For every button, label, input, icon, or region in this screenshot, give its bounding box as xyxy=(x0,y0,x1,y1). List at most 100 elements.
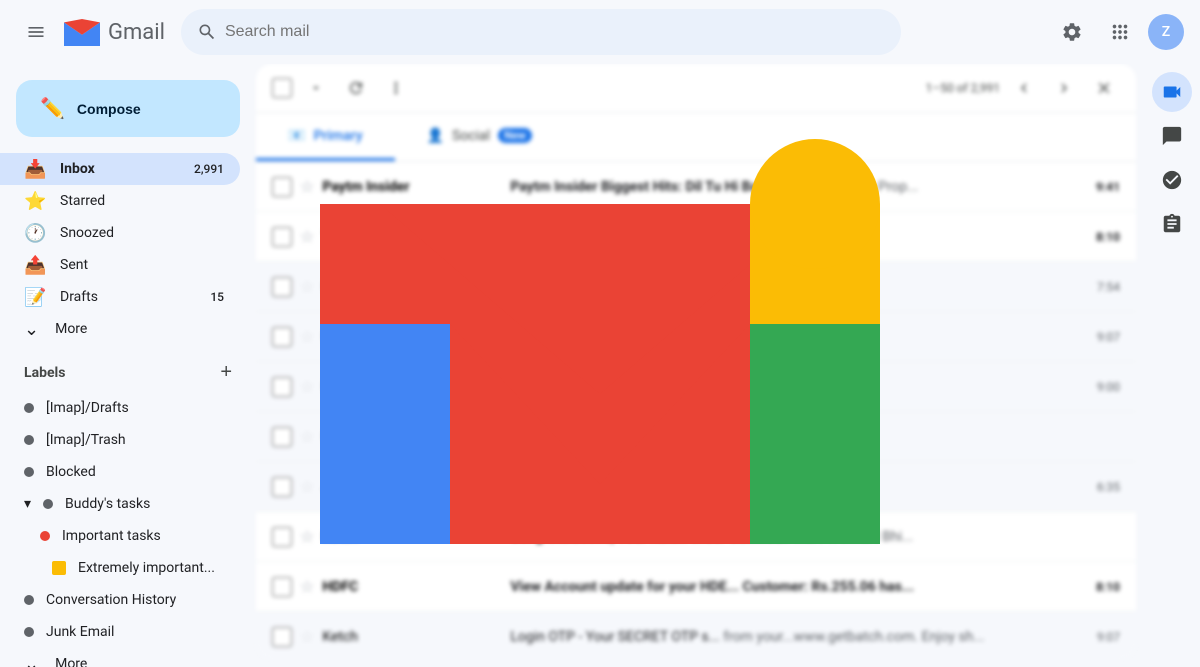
label-conversation-history[interactable]: Conversation History xyxy=(0,584,240,616)
email-sender: LinkedIn xyxy=(322,379,502,395)
email-checkbox[interactable] xyxy=(272,427,292,447)
star-icon[interactable]: ☆ xyxy=(300,527,314,546)
email-body: Reminder: Schedule... - think don't d ag… xyxy=(510,279,1052,295)
social-tab-label: Social xyxy=(452,128,490,144)
email-body: Login OTP - Your SECRET OTP s... from yo… xyxy=(510,629,1052,645)
refresh-button[interactable] xyxy=(340,72,372,104)
sidebar-item-drafts-label: Drafts xyxy=(60,289,194,305)
sidebar-item-sent[interactable]: 📤 Sent xyxy=(0,249,240,281)
email-body: Top 5 on the avenue: A - Vital from Bank… xyxy=(510,229,1052,245)
tab-primary[interactable]: 📧 Primary xyxy=(256,113,395,161)
compose-button[interactable]: ✏️ Compose xyxy=(16,80,240,137)
spaces-button[interactable] xyxy=(1152,160,1192,200)
tab-social[interactable]: 👤 Social New xyxy=(395,113,564,161)
email-toolbar: 1–50 of 2,991 xyxy=(256,64,1136,113)
sidebar-more-toggle[interactable]: ⌄ More xyxy=(0,313,240,345)
label-buddys-tasks[interactable]: ▾ Buddy's tasks xyxy=(0,488,240,520)
label-important-tasks[interactable]: Important tasks xyxy=(0,520,240,552)
email-row[interactable]: ☆ Laura Reminder: Schedule... - think do… xyxy=(256,262,1136,312)
inbox-count: 2,991 xyxy=(194,162,224,176)
star-icon[interactable]: ☆ xyxy=(300,577,314,596)
star-icon[interactable]: ☆ xyxy=(300,277,314,296)
email-checkbox[interactable] xyxy=(272,177,292,197)
account-avatar[interactable]: Z xyxy=(1148,14,1184,50)
primary-tab-label: Primary xyxy=(313,128,362,144)
label-junk-email[interactable]: Junk Email xyxy=(0,616,240,648)
sidebar: ✏️ Compose 📥 Inbox 2,991 ⭐ Starred 🕐 Sno… xyxy=(0,64,256,667)
starred-icon: ⭐ xyxy=(24,191,44,212)
label-dot xyxy=(43,499,53,509)
star-icon[interactable]: ☆ xyxy=(300,627,314,646)
star-icon[interactable]: ☆ xyxy=(300,427,314,446)
chevron-down-icon: ⌄ xyxy=(24,654,39,667)
snoozed-icon: 🕐 xyxy=(24,223,44,244)
sidebar-item-inbox-label: Inbox xyxy=(60,161,178,177)
email-row[interactable]: ☆ HDFC View Account update for your HDE.… xyxy=(256,562,1136,612)
primary-tab-icon: 📧 xyxy=(288,128,305,144)
email-row[interactable]: ☆ Paytm Insider Paytm Insider Biggest Hi… xyxy=(256,162,1136,212)
next-page-button[interactable] xyxy=(1048,72,1080,104)
prev-page-button[interactable] xyxy=(1008,72,1040,104)
email-sender: Ketch xyxy=(322,629,502,645)
meet-button[interactable] xyxy=(1152,72,1192,112)
google-apps-button[interactable] xyxy=(1100,12,1140,52)
menu-button[interactable] xyxy=(16,12,56,52)
label-extremely-important[interactable]: Extremely important... xyxy=(0,552,240,584)
email-checkbox[interactable] xyxy=(272,577,292,597)
sidebar-bottom-more-toggle[interactable]: ⌄ More xyxy=(0,648,240,667)
sidebar-item-starred[interactable]: ⭐ Starred xyxy=(0,185,240,217)
label-dot xyxy=(40,531,50,541)
email-row[interactable]: ☆ LinkedIn LinkedIn: and other roles are… xyxy=(256,362,1136,412)
email-checkbox[interactable] xyxy=(272,527,292,547)
label-blocked-text: Blocked xyxy=(46,464,96,480)
select-dropdown-button[interactable] xyxy=(300,72,332,104)
email-row[interactable]: ☆ The Hindu Top 5 on the avenue: A - Vit… xyxy=(256,212,1136,262)
close-button[interactable] xyxy=(1088,72,1120,104)
star-icon[interactable]: ☆ xyxy=(300,327,314,346)
label-blocked[interactable]: Blocked xyxy=(0,456,240,488)
email-sender: HDFC xyxy=(322,579,502,595)
email-checkbox[interactable] xyxy=(272,227,292,247)
email-row[interactable]: ☆ Myntra Myntra: Don't forget your... Zo… xyxy=(256,312,1136,362)
label-dot xyxy=(24,435,34,445)
star-icon[interactable]: ☆ xyxy=(300,477,314,496)
label-imap-trash[interactable]: [Imap]/Trash xyxy=(0,424,240,456)
right-panel xyxy=(1144,64,1200,667)
label-important-tasks-text: Important tasks xyxy=(62,528,161,544)
gmail-logo: Gmail xyxy=(64,19,165,46)
sidebar-item-drafts[interactable]: 📝 Drafts 15 xyxy=(0,281,240,313)
email-checkbox[interactable] xyxy=(272,377,292,397)
email-sender: Myntra xyxy=(322,329,502,345)
email-checkbox[interactable] xyxy=(272,277,292,297)
sidebar-item-sent-label: Sent xyxy=(60,257,224,273)
sidebar-item-inbox[interactable]: 📥 Inbox 2,991 xyxy=(0,153,240,185)
star-icon[interactable]: ☆ xyxy=(300,227,314,246)
select-all-checkbox[interactable] xyxy=(272,78,292,98)
add-label-button[interactable]: + xyxy=(220,361,232,384)
main-layout: ✏️ Compose 📥 Inbox 2,991 ⭐ Starred 🕐 Sno… xyxy=(0,64,1200,667)
email-row[interactable]: ☆ Ketch Login OTP - Your SECRET OTP s...… xyxy=(256,612,1136,659)
labels-title: Labels xyxy=(24,365,65,381)
star-icon[interactable]: ☆ xyxy=(300,177,314,196)
email-time: 8:10 xyxy=(1060,580,1120,594)
chat-button[interactable] xyxy=(1152,116,1192,156)
sidebar-more-label: More xyxy=(55,321,87,337)
email-row[interactable]: ☆ Medium Raise all Ser... zioletti in BE… xyxy=(256,412,1136,462)
email-checkbox[interactable] xyxy=(272,327,292,347)
email-row[interactable]: ☆ Ketch Congratulations, Your Katch Orde… xyxy=(256,512,1136,562)
search-input[interactable] xyxy=(225,23,885,41)
email-time: 6:35 xyxy=(1060,480,1120,494)
more-options-button[interactable] xyxy=(380,72,412,104)
email-checkbox[interactable] xyxy=(272,627,292,647)
sidebar-item-snoozed[interactable]: 🕐 Snoozed xyxy=(0,217,240,249)
tasks-button[interactable] xyxy=(1152,204,1192,244)
label-imap-drafts[interactable]: ​[Imap]/Drafts xyxy=(0,392,240,424)
search-bar[interactable] xyxy=(181,9,901,55)
pagination-text: 1–50 of 2,991 xyxy=(926,81,1000,95)
email-time: 8:10 xyxy=(1060,230,1120,244)
email-checkbox[interactable] xyxy=(272,477,292,497)
star-icon[interactable]: ☆ xyxy=(300,377,314,396)
settings-button[interactable] xyxy=(1052,12,1092,52)
label-junk-email-text: Junk Email xyxy=(46,624,114,640)
email-row[interactable]: ☆ Jessica The Br... comes the Star... ar… xyxy=(256,462,1136,512)
